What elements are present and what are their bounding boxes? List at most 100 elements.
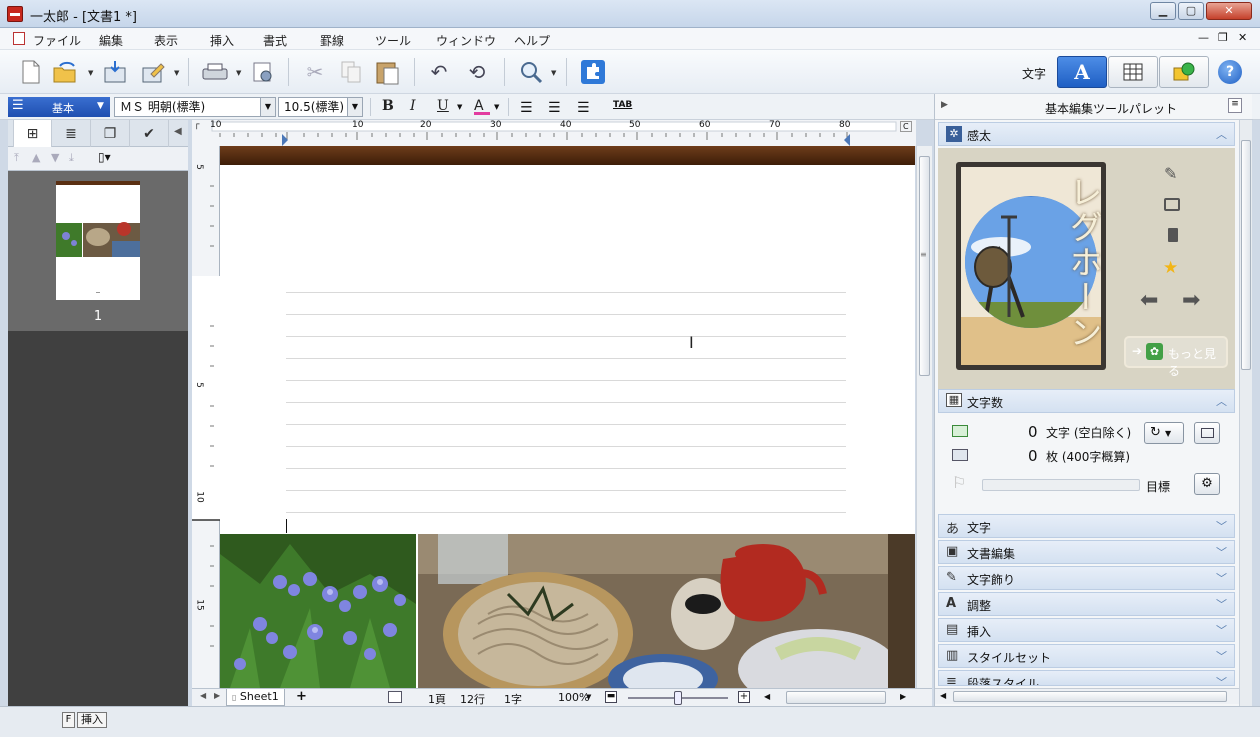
cut-icon[interactable]: ✂ xyxy=(300,57,330,87)
font-dropdown-icon[interactable]: ▼ xyxy=(260,98,275,116)
print-settings-icon[interactable] xyxy=(248,57,278,87)
section-chosei-expand-icon[interactable]: ﹀ xyxy=(1216,596,1227,612)
text-color-icon[interactable]: A xyxy=(474,98,490,115)
count-window-button[interactable] xyxy=(1194,422,1220,444)
document-canvas[interactable]: I xyxy=(220,146,915,688)
minimize-button[interactable]: ▁ xyxy=(1150,2,1176,20)
paste-icon[interactable] xyxy=(372,57,402,87)
section-danraku[interactable]: ≡ 段落スタイル ﹀ xyxy=(938,670,1235,686)
text-mode-button[interactable]: A xyxy=(1057,56,1107,88)
section-sonyu[interactable]: ▤ 挿入 ﹀ xyxy=(938,618,1235,642)
move-down-icon[interactable]: ▼ xyxy=(51,151,59,164)
menu-help[interactable]: ヘルプ xyxy=(514,32,550,49)
page-tab-icon[interactable]: ❐ xyxy=(91,120,130,147)
puzzle-icon[interactable] xyxy=(578,57,608,87)
palette-hscroll-left-icon[interactable]: ◀ xyxy=(940,691,946,700)
panel-collapse-icon[interactable]: ◀ xyxy=(174,126,182,137)
maximize-button[interactable]: ▢ xyxy=(1178,2,1204,20)
clipboard-icon[interactable] xyxy=(1168,228,1178,242)
flower-photo[interactable] xyxy=(220,534,416,688)
undo-icon[interactable]: ↶ xyxy=(424,57,454,87)
image-icon[interactable] xyxy=(1164,198,1180,211)
palette-vscrollbar[interactable] xyxy=(1239,120,1252,706)
menu-tools[interactable]: ツール xyxy=(375,32,411,49)
sheet-tab[interactable]: ▯ Sheet1 xyxy=(226,689,285,706)
page-options-icon[interactable]: ▯▾ xyxy=(98,150,111,164)
help-button[interactable]: ? xyxy=(1218,60,1242,84)
palette-hscroll-thumb[interactable] xyxy=(953,691,1227,702)
align-center-icon[interactable]: ☰ xyxy=(548,100,561,116)
mdi-minimize-button[interactable]: — xyxy=(1198,31,1209,44)
search-dropdown-icon[interactable]: ▼ xyxy=(551,69,556,77)
doc-menu-icon[interactable] xyxy=(13,32,25,45)
hscroll-left-icon[interactable]: ◀ xyxy=(764,692,770,701)
more-button[interactable]: ➔ ✿ もっと見る xyxy=(1124,336,1228,378)
move-up-icon[interactable]: ▲ xyxy=(32,151,40,164)
new-document-icon[interactable] xyxy=(16,57,46,87)
view-mode-icon[interactable] xyxy=(388,691,402,703)
menu-file[interactable]: ファイル xyxy=(33,32,81,49)
zoom-in-button[interactable]: + xyxy=(738,691,750,703)
kanta-collapse-icon[interactable]: ︿ xyxy=(1216,126,1227,142)
bold-button[interactable]: B xyxy=(382,98,394,114)
move-bottom-icon[interactable]: ⤓ xyxy=(69,151,74,165)
hscroll-thumb[interactable] xyxy=(786,691,886,704)
align-left-icon[interactable]: ☰ xyxy=(520,100,533,116)
menu-view[interactable]: 表示 xyxy=(154,32,178,49)
save-icon[interactable] xyxy=(100,57,130,87)
palette-hscrollbar[interactable]: ◀ xyxy=(935,688,1239,704)
kanta-section-header[interactable]: ✲ 感太 ︿ xyxy=(938,122,1235,146)
horizontal-ruler[interactable]: ┌ 10 10 20 30 40 50 60 70 80 C xyxy=(192,120,916,146)
align-right-icon[interactable]: ☰ xyxy=(577,100,590,116)
color-dropdown-icon[interactable]: ▼ xyxy=(494,103,499,111)
menu-edit[interactable]: 編集 xyxy=(99,32,123,49)
section-kazari-expand-icon[interactable]: ﹀ xyxy=(1216,570,1227,586)
section-sonyu-expand-icon[interactable]: ﹀ xyxy=(1216,622,1227,638)
section-styleset-expand-icon[interactable]: ﹀ xyxy=(1216,648,1227,664)
document-vscrollbar[interactable]: ≡ xyxy=(916,146,932,688)
mojisu-section-header[interactable]: ▦ 文字数 ︿ xyxy=(938,389,1235,413)
print-icon[interactable] xyxy=(200,57,230,87)
soba-photo[interactable] xyxy=(418,534,915,688)
redo-icon[interactable]: ⟲ xyxy=(462,57,492,87)
section-kazari[interactable]: ✎ 文字飾り ﹀ xyxy=(938,566,1235,590)
menu-window[interactable]: ウィンドウ xyxy=(436,32,496,49)
size-dropdown-icon[interactable]: ▼ xyxy=(347,98,362,116)
check-tab-icon[interactable]: ✔ xyxy=(130,120,169,147)
section-styleset[interactable]: ▥ スタイルセット ﹀ xyxy=(938,644,1235,668)
mdi-close-button[interactable]: ✕ xyxy=(1238,31,1247,44)
underline-dropdown-icon[interactable]: ▼ xyxy=(457,103,462,111)
section-danraku-expand-icon[interactable]: ﹀ xyxy=(1216,674,1227,685)
tab-button[interactable]: TAB xyxy=(613,100,632,110)
italic-button[interactable]: I xyxy=(410,98,416,114)
save-dropdown-icon[interactable]: ▼ xyxy=(174,69,179,77)
table-mode-button[interactable] xyxy=(1108,56,1158,88)
hscroll-right-icon[interactable]: ▶ xyxy=(900,692,906,701)
vertical-ruler[interactable]: 5 5 10 15 xyxy=(192,146,220,688)
star-icon[interactable]: ★ xyxy=(1163,258,1178,278)
object-mode-button[interactable] xyxy=(1159,56,1209,88)
page-thumbnail[interactable] xyxy=(56,181,140,300)
palette-expand-icon[interactable]: ▶ xyxy=(941,100,948,110)
open-dropdown-icon[interactable]: ▼ xyxy=(88,69,93,77)
next-arrow-icon[interactable]: ➡ xyxy=(1182,288,1200,313)
edit-save-icon[interactable] xyxy=(138,57,168,87)
goal-settings-button[interactable]: ⚙ xyxy=(1194,473,1220,495)
menu-insert[interactable]: 挿入 xyxy=(210,32,234,49)
section-moji[interactable]: あ文字 ﹀ xyxy=(938,514,1235,538)
menu-format[interactable]: 書式 xyxy=(263,32,287,49)
palette-menu-icon[interactable]: ≡ xyxy=(1228,98,1242,113)
zoom-slider-thumb[interactable] xyxy=(674,691,682,705)
zoom-dropdown-icon[interactable]: ▼ xyxy=(586,693,591,701)
refresh-dropdown-icon[interactable]: ▼ xyxy=(1165,429,1171,438)
thumbnail-tab-icon[interactable]: ⊞ xyxy=(13,120,52,147)
section-moji-expand-icon[interactable]: ﹀ xyxy=(1216,518,1227,534)
status-mode[interactable]: 挿入 xyxy=(77,712,107,728)
refresh-button[interactable]: ↻ ▼ xyxy=(1144,422,1184,444)
open-file-icon[interactable] xyxy=(50,57,80,87)
mdi-restore-button[interactable]: ❐ xyxy=(1218,31,1228,44)
copy-icon[interactable] xyxy=(336,57,366,87)
zoom-value[interactable]: 100% xyxy=(558,691,589,704)
close-button[interactable]: ✕ xyxy=(1206,2,1252,20)
mojisu-collapse-icon[interactable]: ︿ xyxy=(1216,393,1227,409)
